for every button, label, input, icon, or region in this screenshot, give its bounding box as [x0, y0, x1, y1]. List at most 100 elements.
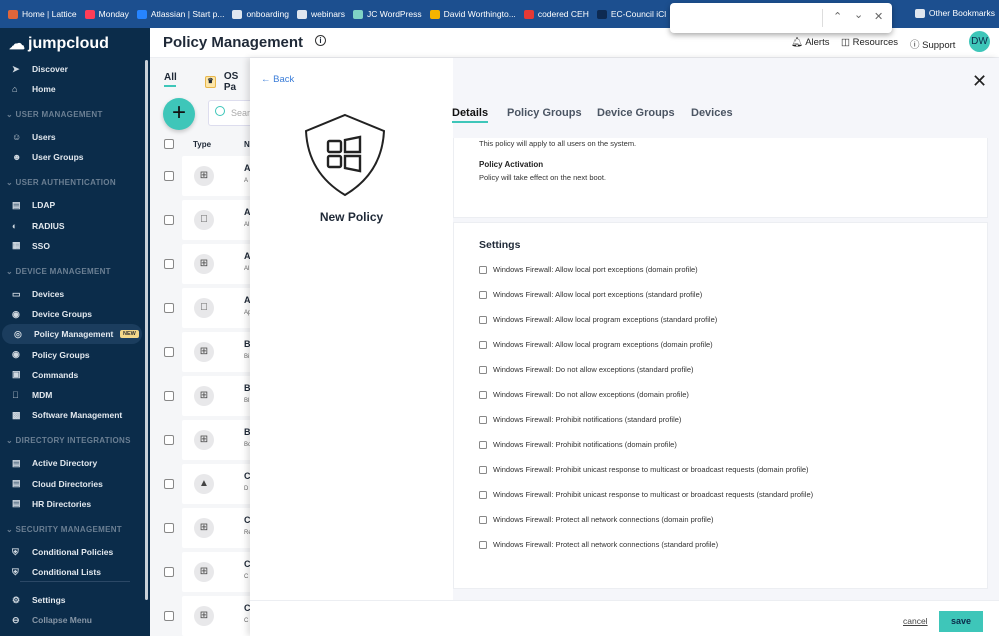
tab-details[interactable]: Details — [452, 107, 489, 123]
row-checkbox[interactable] — [164, 259, 174, 269]
find-previous-icon[interactable]: ⌃ — [833, 10, 842, 23]
sidebar-item-hr-directories[interactable]: ▤ HR Directories — [0, 494, 140, 514]
setting-option[interactable]: Windows Firewall: Protect all network co… — [479, 515, 714, 524]
bookmark-item[interactable]: EC-Council iCl — [596, 9, 666, 19]
setting-option[interactable]: Windows Firewall: Prohibit notifications… — [479, 415, 681, 424]
support-link[interactable]: ⓘ Support — [910, 37, 955, 51]
bookmark-item[interactable]: onboarding — [232, 9, 289, 19]
info-icon[interactable]: i — [315, 35, 326, 46]
save-button[interactable]: save — [939, 611, 983, 632]
policy-management-icon: ◎ — [14, 328, 22, 339]
bookmark-item[interactable]: webinars — [297, 9, 345, 19]
bookmark-item[interactable]: Home | Lattice — [8, 9, 77, 19]
sidebar-item-mdm[interactable]:  MDM — [0, 385, 140, 405]
sidebar-item-sso[interactable]: ▦ SSO — [0, 236, 140, 256]
bookmark-item[interactable]: Monday — [84, 9, 129, 19]
setting-option[interactable]: Windows Firewall: Do not allow exception… — [479, 365, 694, 374]
row-checkbox[interactable] — [164, 391, 174, 401]
tab-device-groups[interactable]: Device Groups — [597, 107, 675, 119]
setting-checkbox[interactable] — [479, 440, 487, 449]
section-header[interactable]: ⌄ DEVICE MANAGEMENT — [6, 267, 111, 276]
section-header[interactable]: ⌄ USER AUTHENTICATION — [6, 178, 116, 187]
sidebar-item-settings[interactable]: ⚙ Settings — [0, 590, 140, 610]
sidebar-item-device-groups[interactable]: ◉ Device Groups — [0, 304, 140, 324]
row-checkbox[interactable] — [164, 611, 174, 621]
find-close-icon[interactable]: ✕ — [874, 10, 883, 23]
setting-option[interactable]: Windows Firewall: Allow local port excep… — [479, 290, 702, 299]
row-checkbox[interactable] — [164, 479, 174, 489]
find-bar[interactable]: ⌃ ⌄ ✕ — [670, 3, 892, 33]
tab-policy-groups[interactable]: Policy Groups — [507, 107, 582, 119]
row-checkbox[interactable] — [164, 303, 174, 313]
resources-link[interactable]: ◫ Resources — [841, 37, 898, 48]
setting-checkbox[interactable] — [479, 265, 487, 274]
row-description: Bi — [244, 354, 250, 360]
section-header[interactable]: ⌄ DIRECTORY INTEGRATIONS — [6, 436, 131, 445]
row-checkbox[interactable] — [164, 435, 174, 445]
setting-checkbox[interactable] — [479, 315, 487, 324]
setting-option[interactable]: Windows Firewall: Allow local port excep… — [479, 265, 698, 274]
close-icon[interactable]: ✕ — [972, 71, 987, 92]
setting-checkbox[interactable] — [479, 465, 487, 474]
bookmark-item[interactable]: Atlassian | Start p... — [136, 9, 224, 19]
setting-option[interactable]: Windows Firewall: Prohibit notifications… — [479, 440, 677, 449]
sidebar-item-active-directory[interactable]: ▤ Active Directory — [0, 453, 140, 473]
find-next-icon[interactable]: ⌄ — [854, 8, 863, 21]
sidebar-item-user-groups[interactable]: ☻ User Groups — [0, 147, 140, 167]
add-policy-button[interactable]: + — [163, 98, 195, 130]
row-checkbox[interactable] — [164, 523, 174, 533]
sidebar-item-conditional-lists[interactable]: ⛨ Conditional Lists — [0, 562, 140, 582]
setting-checkbox[interactable] — [479, 515, 487, 524]
setting-checkbox[interactable] — [479, 340, 487, 349]
jumpcloud-logo[interactable]: ☁ jumpcloud — [9, 34, 109, 54]
setting-checkbox[interactable] — [479, 390, 487, 399]
setting-option[interactable]: Windows Firewall: Prohibit unicast respo… — [479, 465, 809, 474]
setting-checkbox[interactable] — [479, 415, 487, 424]
setting-checkbox[interactable] — [479, 365, 487, 374]
tab-os-patch[interactable]: ♛ OS Pa — [205, 71, 250, 93]
alerts-link[interactable]: 🔔︎ Alerts — [791, 37, 829, 48]
sidebar-item-commands[interactable]: ▣ Commands — [0, 365, 140, 385]
row-checkbox[interactable] — [164, 347, 174, 357]
setting-checkbox[interactable] — [479, 540, 487, 549]
column-type[interactable]: Type — [193, 140, 211, 149]
avatar[interactable]: DW — [969, 31, 990, 52]
sidebar-item-devices[interactable]: ▭ Devices — [0, 284, 140, 304]
setting-checkbox[interactable] — [479, 290, 487, 299]
setting-option[interactable]: Windows Firewall: Prohibit unicast respo… — [479, 490, 813, 499]
bookmark-item[interactable]: codered CEH — [523, 9, 589, 19]
sidebar-item-software-management[interactable]: ▩ Software Management — [0, 405, 140, 425]
sidebar-item-policy-management[interactable]: ◎ Policy Management NEW — [2, 324, 142, 345]
setting-option[interactable]: Windows Firewall: Allow local program ex… — [479, 340, 713, 349]
sidebar-item-discover[interactable]: ➤ Discover — [0, 59, 140, 79]
section-header[interactable]: ⌄ SECURITY MANAGEMENT — [6, 525, 122, 534]
sidebar-item-ldap[interactable]: ▤ LDAP — [0, 195, 140, 215]
row-checkbox[interactable] — [164, 171, 174, 181]
row-checkbox[interactable] — [164, 215, 174, 225]
folder-icon — [914, 8, 925, 18]
sidebar-item-policy-groups[interactable]: ◉ Policy Groups — [0, 345, 140, 365]
column-name[interactable]: N — [244, 140, 250, 149]
sidebar-item-conditional-policies[interactable]: ⛨ Conditional Policies — [0, 542, 140, 562]
alerts-label: Alerts — [805, 37, 830, 48]
bookmark-item[interactable]: JC WordPress — [353, 9, 422, 19]
cancel-button[interactable]: cancel — [903, 616, 928, 626]
section-header[interactable]: ⌄ USER MANAGEMENT — [6, 110, 103, 119]
tab-devices[interactable]: Devices — [691, 107, 733, 119]
sidebar-item-cloud-directories[interactable]: ▤ Cloud Directories — [0, 474, 140, 494]
bookmark-item[interactable]: David Worthingto... — [429, 9, 516, 19]
setting-option[interactable]: Windows Firewall: Do not allow exception… — [479, 390, 689, 399]
back-link[interactable]: ← Back — [261, 74, 294, 85]
row-checkbox[interactable] — [164, 567, 174, 577]
sidebar-item-home[interactable]: ⌂ Home — [0, 79, 140, 99]
tab-all[interactable]: All — [164, 72, 177, 87]
other-bookmarks[interactable]: Other Bookmarks — [914, 8, 995, 18]
sidebar-scrollbar[interactable] — [145, 60, 148, 600]
setting-option[interactable]: Windows Firewall: Protect all network co… — [479, 540, 718, 549]
select-all-checkbox[interactable] — [164, 139, 174, 149]
sidebar-item-radius[interactable]: ◐ RADIUS — [0, 216, 140, 236]
sidebar-item-users[interactable]: ☺ Users — [0, 127, 140, 147]
setting-option[interactable]: Windows Firewall: Allow local program ex… — [479, 315, 717, 324]
setting-checkbox[interactable] — [479, 490, 487, 499]
sidebar-item-collapse-menu[interactable]: ⊖ Collapse Menu — [0, 610, 140, 630]
